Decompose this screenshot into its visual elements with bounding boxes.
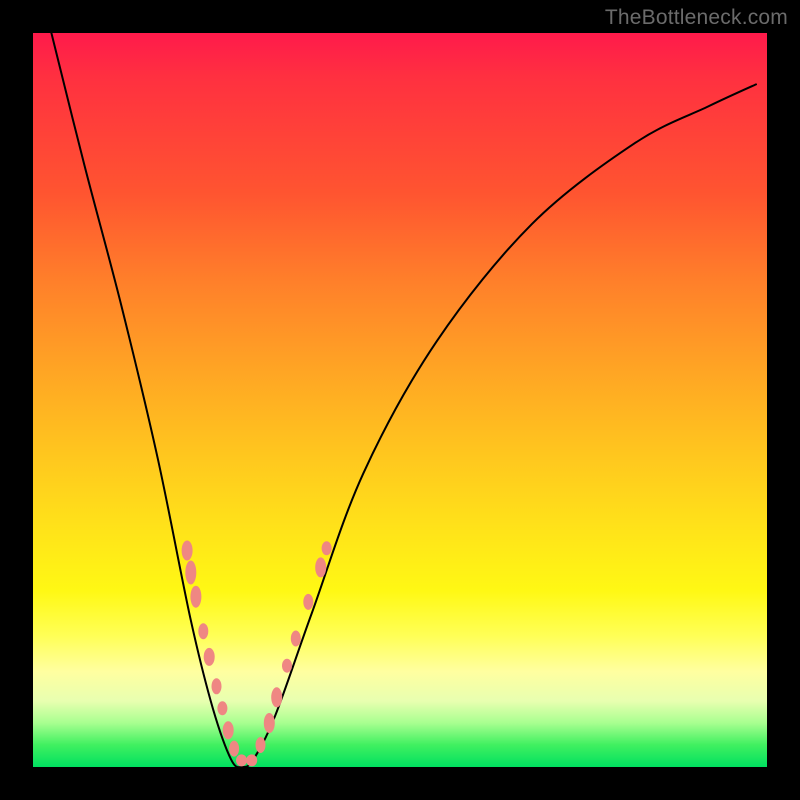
watermark-text: TheBottleneck.com (605, 6, 788, 30)
curve-marker (282, 659, 292, 673)
curve-marker (264, 713, 275, 733)
bottleneck-curve (51, 33, 756, 767)
curve-marker (190, 586, 201, 608)
curve-marker (212, 678, 222, 694)
curve-marker (223, 721, 234, 739)
curve-marker (322, 541, 332, 555)
chart-frame: TheBottleneck.com (0, 0, 800, 800)
curve-marker (291, 631, 301, 647)
curve-marker (256, 737, 266, 753)
curve-marker (236, 754, 247, 766)
curve-marker (185, 561, 196, 585)
curve-marker (315, 557, 326, 577)
curve-svg (33, 33, 767, 767)
curve-marker (246, 754, 257, 766)
marker-group (182, 541, 332, 767)
curve-marker (182, 541, 193, 561)
curve-marker (198, 623, 208, 639)
plot-area (33, 33, 767, 767)
curve-marker (204, 648, 215, 666)
curve-marker (229, 741, 239, 757)
curve-marker (271, 687, 282, 707)
curve-marker (303, 594, 313, 610)
curve-marker (217, 701, 227, 715)
